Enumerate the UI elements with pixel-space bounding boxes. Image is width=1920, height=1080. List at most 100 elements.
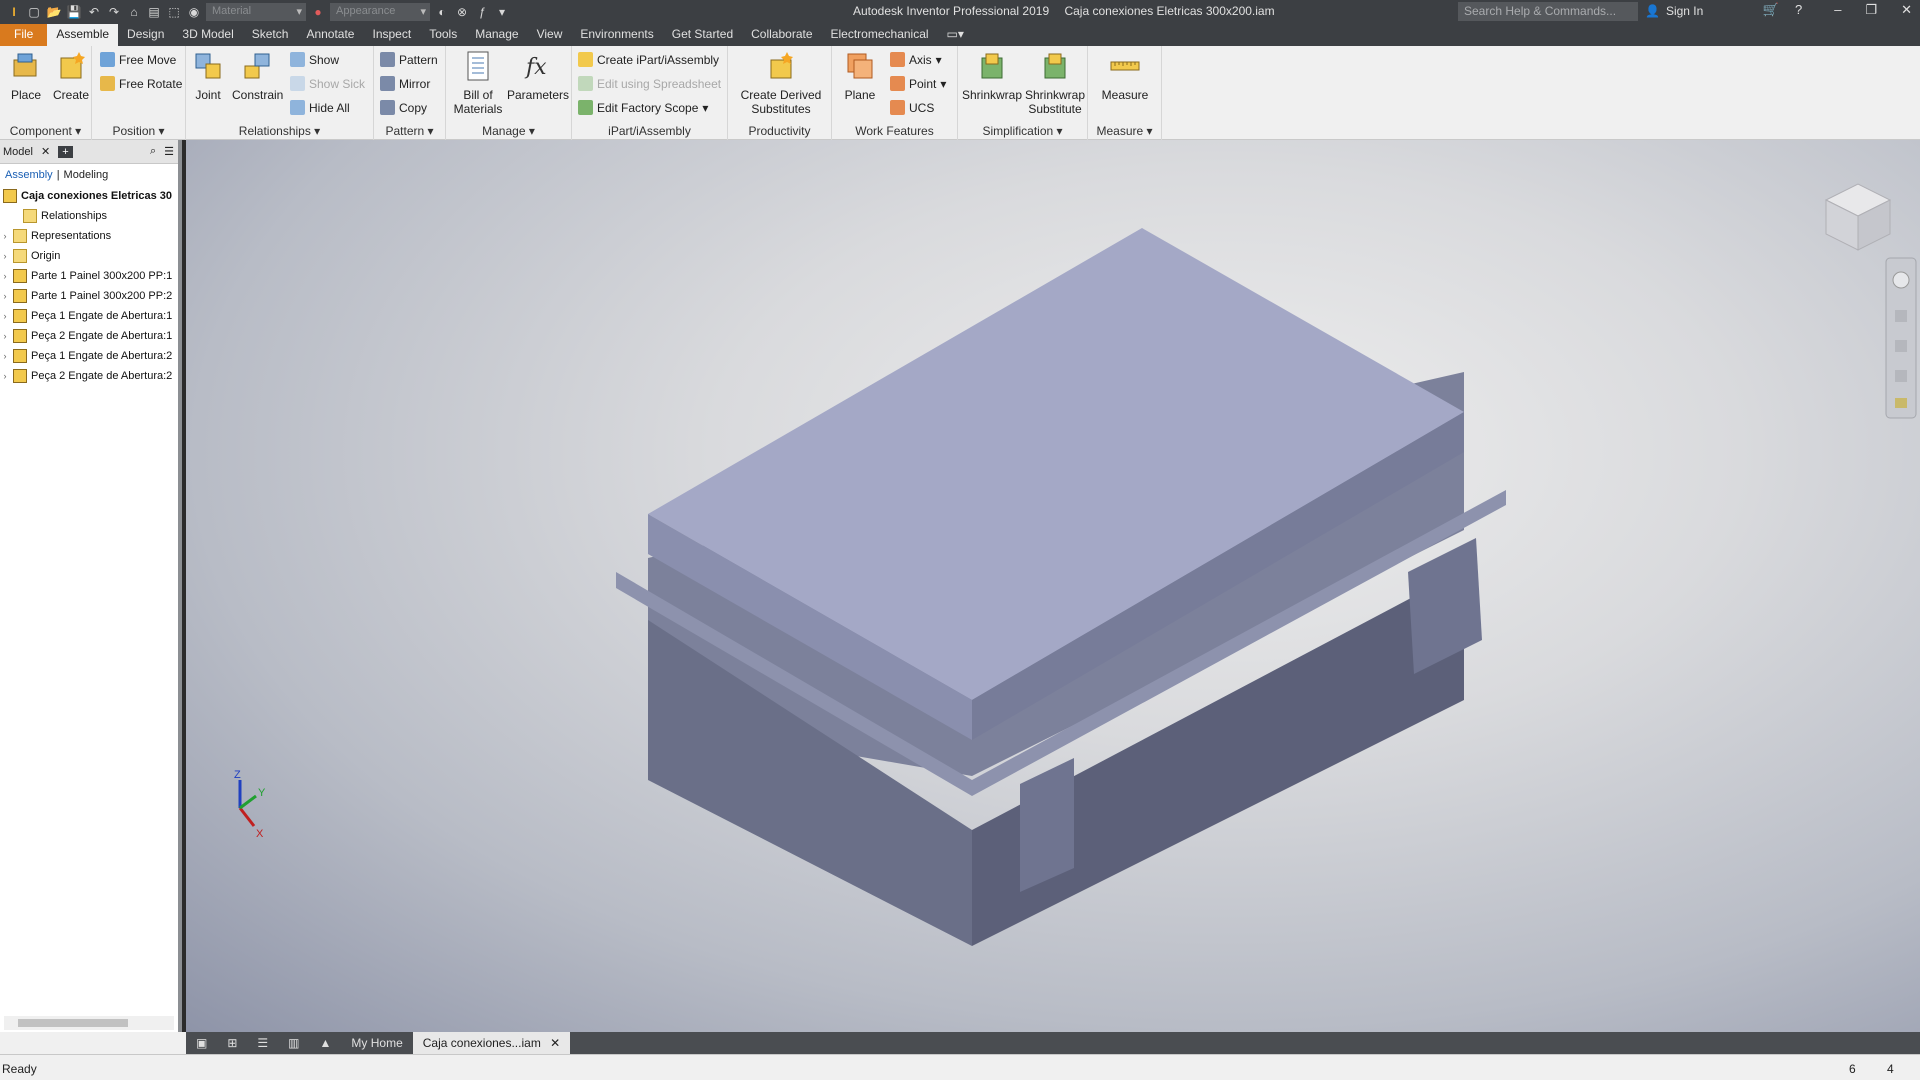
update-icon[interactable]: ◉ [186, 4, 202, 20]
search-input[interactable]: Search Help & Commands... [1458, 2, 1638, 21]
save-icon[interactable]: 💾 [66, 4, 82, 20]
joint-button[interactable]: Joint [190, 50, 226, 102]
axis-button[interactable]: Axis ▾ [890, 52, 942, 67]
add-tab-icon[interactable]: + [58, 145, 73, 158]
assembly-mode-link[interactable]: Assembly [5, 169, 53, 181]
tree-node[interactable]: › Peça 2 Engate de Abertura:1 [0, 326, 178, 346]
graphics-viewport[interactable]: Z X Y [186, 140, 1920, 1032]
place-button[interactable]: Place [8, 50, 44, 102]
material-select[interactable]: Material [206, 3, 306, 21]
ucs-button[interactable]: UCS [890, 100, 934, 115]
panel-label-relationships[interactable]: Relationships ▾ [186, 124, 373, 138]
panel-label-manage[interactable]: Manage ▾ [446, 124, 571, 138]
tab-sketch[interactable]: Sketch [243, 24, 298, 46]
tab-my-home[interactable]: My Home [341, 1032, 412, 1054]
free-move-button[interactable]: Free Move [100, 52, 176, 67]
panel-label-simplification[interactable]: Simplification ▾ [958, 124, 1087, 138]
shrinkwrap-button[interactable]: Shrinkwrap [962, 50, 1022, 102]
tile-rows-icon[interactable]: ☰ [247, 1032, 278, 1054]
panel-label-component[interactable]: Component ▾ [0, 124, 91, 138]
tree-node[interactable]: › Peça 1 Engate de Abertura:1 [0, 306, 178, 326]
tree-node[interactable]: Relationships [0, 206, 178, 226]
tree-node[interactable]: › Parte 1 Painel 300x200 PP:1 [0, 266, 178, 286]
appearance-select[interactable]: Appearance [330, 3, 430, 21]
tab-overflow-icon[interactable]: ▭▾ [938, 24, 973, 46]
tile-grid-icon[interactable]: ⊞ [217, 1032, 247, 1054]
tab-electromechanical[interactable]: Electromechanical [822, 24, 938, 46]
new-icon[interactable]: ▢ [26, 4, 42, 20]
create-button[interactable]: Create [52, 50, 90, 102]
copy-button[interactable]: Copy [380, 100, 427, 115]
tree-node[interactable]: › Representations [0, 226, 178, 246]
edit-spreadsheet-button[interactable]: Edit using Spreadsheet [578, 76, 721, 91]
point-button[interactable]: Point ▾ [890, 76, 946, 91]
cart-icon[interactable]: 🛒 [1745, 2, 1795, 18]
tab-view[interactable]: View [528, 24, 572, 46]
panel-label-pattern[interactable]: Pattern ▾ [374, 124, 445, 138]
undo-icon[interactable]: ↶ [86, 4, 102, 20]
tab-list-icon[interactable]: ▲ [310, 1032, 342, 1054]
search-icon[interactable]: ⌕ [150, 145, 156, 158]
print-icon[interactable]: ▤ [146, 4, 162, 20]
close-icon[interactable]: ✕ [41, 145, 50, 158]
home-icon[interactable]: ⌂ [126, 4, 142, 20]
select-icon[interactable]: ⬚ [166, 4, 182, 20]
tile-horizontal-icon[interactable]: ▣ [186, 1032, 217, 1054]
tree-node[interactable]: › Peça 2 Engate de Abertura:2 [0, 366, 178, 386]
restore-icon[interactable]: ❐ [1853, 2, 1889, 18]
browser-tab-model[interactable]: Model [3, 146, 33, 158]
edit-factory-scope-button[interactable]: Edit Factory Scope ▾ [578, 100, 708, 115]
open-icon[interactable]: 📂 [46, 4, 62, 20]
constrain-button[interactable]: Constrain [232, 50, 283, 102]
tab-environments[interactable]: Environments [571, 24, 662, 46]
fx-icon[interactable]: ƒ [474, 4, 490, 20]
tree-node[interactable]: › Parte 1 Painel 300x200 PP:2 [0, 286, 178, 306]
horizontal-scrollbar[interactable] [4, 1016, 174, 1030]
tab-get-started[interactable]: Get Started [663, 24, 742, 46]
tab-collaborate[interactable]: Collaborate [742, 24, 821, 46]
tile-columns-icon[interactable]: ▥ [278, 1032, 309, 1054]
free-rotate-button[interactable]: Free Rotate [100, 76, 182, 91]
redo-icon[interactable]: ↷ [106, 4, 122, 20]
inventor-logo-icon[interactable]: I [6, 4, 22, 20]
panel-label-position[interactable]: Position ▾ [92, 124, 185, 138]
tab-3d-model[interactable]: 3D Model [173, 24, 242, 46]
panel-label-measure[interactable]: Measure ▾ [1088, 124, 1161, 138]
measure-button[interactable]: Measure [1094, 50, 1156, 102]
close-icon[interactable]: ✕ [1889, 2, 1920, 18]
clear-icon[interactable]: ⊗ [454, 4, 470, 20]
menu-icon[interactable]: ☰ [164, 145, 174, 158]
navigation-bar[interactable] [1885, 257, 1917, 419]
parameters-button[interactable]: fx Parameters [506, 50, 570, 102]
tree-root[interactable]: Caja conexiones Eletricas 30 [0, 186, 178, 206]
tab-active-document[interactable]: Caja conexiones...iam ✕ [412, 1032, 571, 1054]
modeling-mode-link[interactable]: Modeling [64, 169, 109, 181]
customize-icon[interactable]: ▾ [494, 4, 510, 20]
create-ipart-button[interactable]: Create iPart/iAssembly [578, 52, 719, 67]
create-derived-substitutes-button[interactable]: Create Derived Substitutes [734, 50, 828, 116]
appearance-icon[interactable]: ● [310, 4, 326, 20]
tree-node[interactable]: › Origin [0, 246, 178, 266]
bom-button[interactable]: Bill of Materials [450, 50, 506, 116]
plane-button[interactable]: Plane [838, 50, 882, 102]
tree-node[interactable]: › Peça 1 Engate de Abertura:2 [0, 346, 178, 366]
help-icon[interactable]: ? [1795, 2, 1822, 18]
shrinkwrap-substitute-button[interactable]: Shrinkwrap Substitute [1024, 50, 1086, 116]
pattern-button[interactable]: Pattern [380, 52, 438, 67]
hide-all-button[interactable]: Hide All [290, 100, 350, 115]
tab-manage[interactable]: Manage [466, 24, 527, 46]
mirror-button[interactable]: Mirror [380, 76, 430, 91]
adjust-icon[interactable]: ◐ [434, 4, 450, 20]
show-button[interactable]: Show [290, 52, 339, 67]
tab-annotate[interactable]: Annotate [297, 24, 363, 46]
show-sick-button[interactable]: Show Sick [290, 76, 365, 91]
tab-file[interactable]: File [0, 24, 48, 46]
scroll-thumb[interactable] [18, 1019, 128, 1027]
tab-assemble[interactable]: Assemble [47, 24, 119, 46]
minimize-icon[interactable]: – [1822, 2, 1853, 18]
tab-inspect[interactable]: Inspect [363, 24, 420, 46]
tab-tools[interactable]: Tools [420, 24, 466, 46]
tab-design[interactable]: Design [118, 24, 173, 46]
view-cube[interactable] [1824, 183, 1892, 251]
sign-in-button[interactable]: 👤 Sign In [1645, 4, 1703, 18]
